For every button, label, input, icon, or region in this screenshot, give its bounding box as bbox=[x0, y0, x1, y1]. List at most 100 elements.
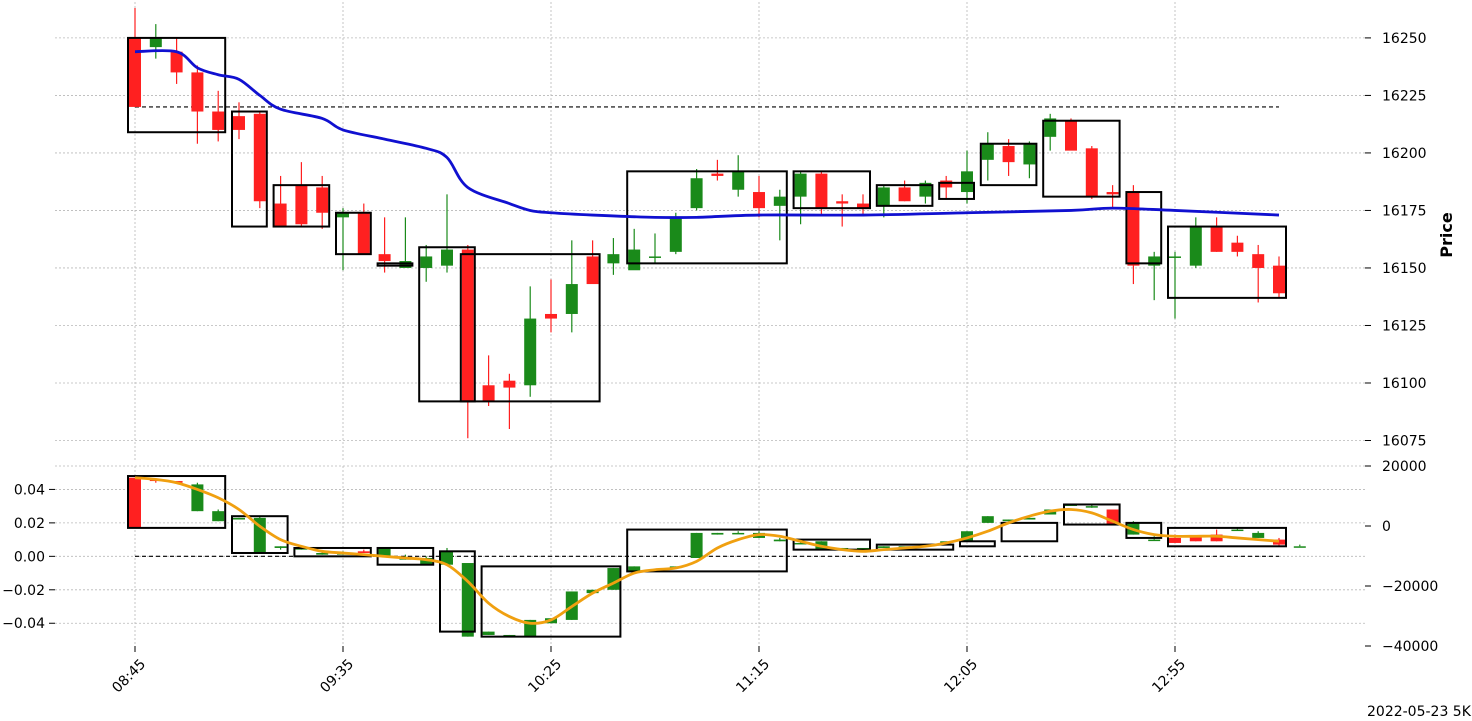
indicator-range-box bbox=[959, 540, 996, 548]
average-lines bbox=[134, 49, 1280, 625]
indicator-candle-body bbox=[212, 511, 225, 522]
price-candle-body bbox=[503, 380, 516, 388]
price-y-tick-label: 16125 bbox=[1382, 318, 1427, 334]
price-candle-body bbox=[129, 37, 141, 107]
price-candle-body bbox=[690, 178, 703, 209]
indicator-left-tick-label: 0.00 bbox=[14, 549, 45, 565]
price-candle-body bbox=[149, 37, 162, 48]
indicator-candle-body bbox=[129, 477, 141, 528]
indicator-right-tick-label: 20000 bbox=[1382, 459, 1427, 475]
indicator-left-tick-label: 0.02 bbox=[14, 516, 45, 532]
indicator-candle-body bbox=[482, 631, 495, 635]
price-y-tick-label: 16225 bbox=[1382, 88, 1427, 104]
price-candle-body bbox=[233, 116, 245, 130]
indicator-candle-body bbox=[773, 539, 786, 542]
price-candle-body bbox=[295, 185, 308, 225]
price-candle-body bbox=[1065, 120, 1077, 151]
price-candle-body bbox=[1252, 254, 1265, 268]
indicator-candle-body bbox=[1293, 546, 1306, 548]
price-candle-body bbox=[836, 201, 849, 204]
indicator-right-tick-label: −20000 bbox=[1382, 579, 1438, 595]
candles bbox=[129, 8, 1306, 637]
price-candle-body bbox=[357, 212, 370, 255]
price-candle-body bbox=[461, 249, 474, 402]
price-candle-body bbox=[545, 313, 557, 319]
price-candle-body bbox=[1210, 226, 1223, 252]
indicator-candle-body bbox=[711, 532, 724, 535]
price-candle-body bbox=[940, 180, 953, 188]
price-y-tick-label: 16200 bbox=[1382, 146, 1427, 162]
indicator-candle-body bbox=[732, 532, 745, 535]
price-candle-body bbox=[1085, 148, 1098, 197]
price-candle-body bbox=[441, 249, 453, 266]
price-y-tick-label: 16175 bbox=[1382, 203, 1427, 219]
price-candle-body bbox=[1106, 192, 1119, 195]
x-tick-label: 10:25 bbox=[525, 656, 565, 696]
grid-lines bbox=[55, 2, 1365, 646]
price-candle-body bbox=[1189, 226, 1202, 266]
price-candle-body bbox=[815, 173, 828, 209]
price-candle-body bbox=[732, 171, 745, 190]
price-candle-body bbox=[399, 261, 412, 268]
price-candle-body bbox=[773, 196, 786, 206]
price-candle-body bbox=[586, 256, 599, 285]
indicator-candle-body bbox=[1148, 539, 1161, 542]
price-candle-body bbox=[420, 256, 433, 268]
footer-label: 2022-05-23 5K bbox=[1367, 704, 1472, 720]
indicator-candle-body bbox=[690, 532, 703, 559]
price-candle-body bbox=[274, 203, 287, 227]
price-y-tick-label: 16150 bbox=[1382, 261, 1427, 277]
price-candle-body bbox=[607, 254, 620, 264]
price-candle-body bbox=[565, 284, 578, 314]
x-tick-label: 12:55 bbox=[1149, 656, 1189, 696]
price-candle-body bbox=[253, 113, 266, 202]
indicator-candle-body bbox=[274, 546, 287, 548]
price-candle-body bbox=[669, 217, 682, 252]
price-range-box bbox=[1167, 225, 1287, 299]
price-candle-body bbox=[981, 143, 994, 160]
price-candle-body bbox=[1002, 146, 1015, 163]
x-tick-label: 12:05 bbox=[941, 656, 981, 696]
price-axis-title: Price bbox=[1437, 212, 1456, 258]
price-candle-body bbox=[1127, 192, 1140, 266]
price-candle-body bbox=[482, 385, 495, 402]
indicator-right-tick-label: −40000 bbox=[1382, 639, 1438, 655]
price-candle-body bbox=[794, 173, 807, 197]
price-candle-body bbox=[898, 187, 911, 202]
price-y-tick-label: 16075 bbox=[1382, 433, 1427, 449]
price-candle-body bbox=[649, 256, 661, 258]
price-candle-body bbox=[191, 72, 204, 112]
price-candle-body bbox=[1023, 143, 1036, 165]
price-candle-body bbox=[753, 192, 765, 209]
price-candle-body bbox=[316, 187, 329, 213]
reference-lines bbox=[135, 106, 1279, 557]
indicator-range-box bbox=[1000, 521, 1059, 543]
price-candle-body bbox=[961, 171, 973, 193]
axis-ticks: 08:45 09:35 10:25 11:15 12:05 12:55 16075 16100… bbox=[2, 31, 1438, 696]
indicator-right-tick-label: 0 bbox=[1382, 519, 1391, 535]
indicator-candle-body bbox=[461, 563, 474, 637]
indicator-candle-body bbox=[1085, 506, 1098, 508]
price-y-tick-label: 16100 bbox=[1382, 376, 1427, 392]
price-candle-body bbox=[212, 111, 225, 130]
indicator-candle-body bbox=[877, 546, 890, 548]
x-tick-label: 08:45 bbox=[109, 656, 149, 696]
indicator-left-tick-label: −0.04 bbox=[2, 616, 45, 632]
x-tick-label: 11:15 bbox=[733, 656, 773, 696]
price-y-tick-label: 16250 bbox=[1382, 31, 1427, 47]
indicator-candle-body bbox=[1252, 532, 1265, 538]
indicator-candle-body bbox=[233, 517, 245, 520]
price-candle-body bbox=[628, 249, 641, 271]
price-candle-body bbox=[1231, 242, 1244, 252]
indicator-candle-body bbox=[1231, 529, 1244, 532]
indicator-average-line bbox=[134, 476, 1280, 625]
price-candle-body bbox=[877, 187, 890, 206]
candlestick-chart: 08:45 09:35 10:25 11:15 12:05 12:55 16075 16100… bbox=[2, 2, 1472, 720]
price-candle-body bbox=[1169, 256, 1181, 258]
indicator-left-tick-label: 0.04 bbox=[14, 482, 45, 498]
price-candle-body bbox=[711, 173, 724, 176]
x-tick-label: 09:35 bbox=[317, 656, 357, 696]
indicator-left-tick-label: −0.02 bbox=[2, 583, 45, 599]
indicator-candle-body bbox=[981, 516, 994, 523]
indicator-candle-body bbox=[357, 551, 370, 553]
